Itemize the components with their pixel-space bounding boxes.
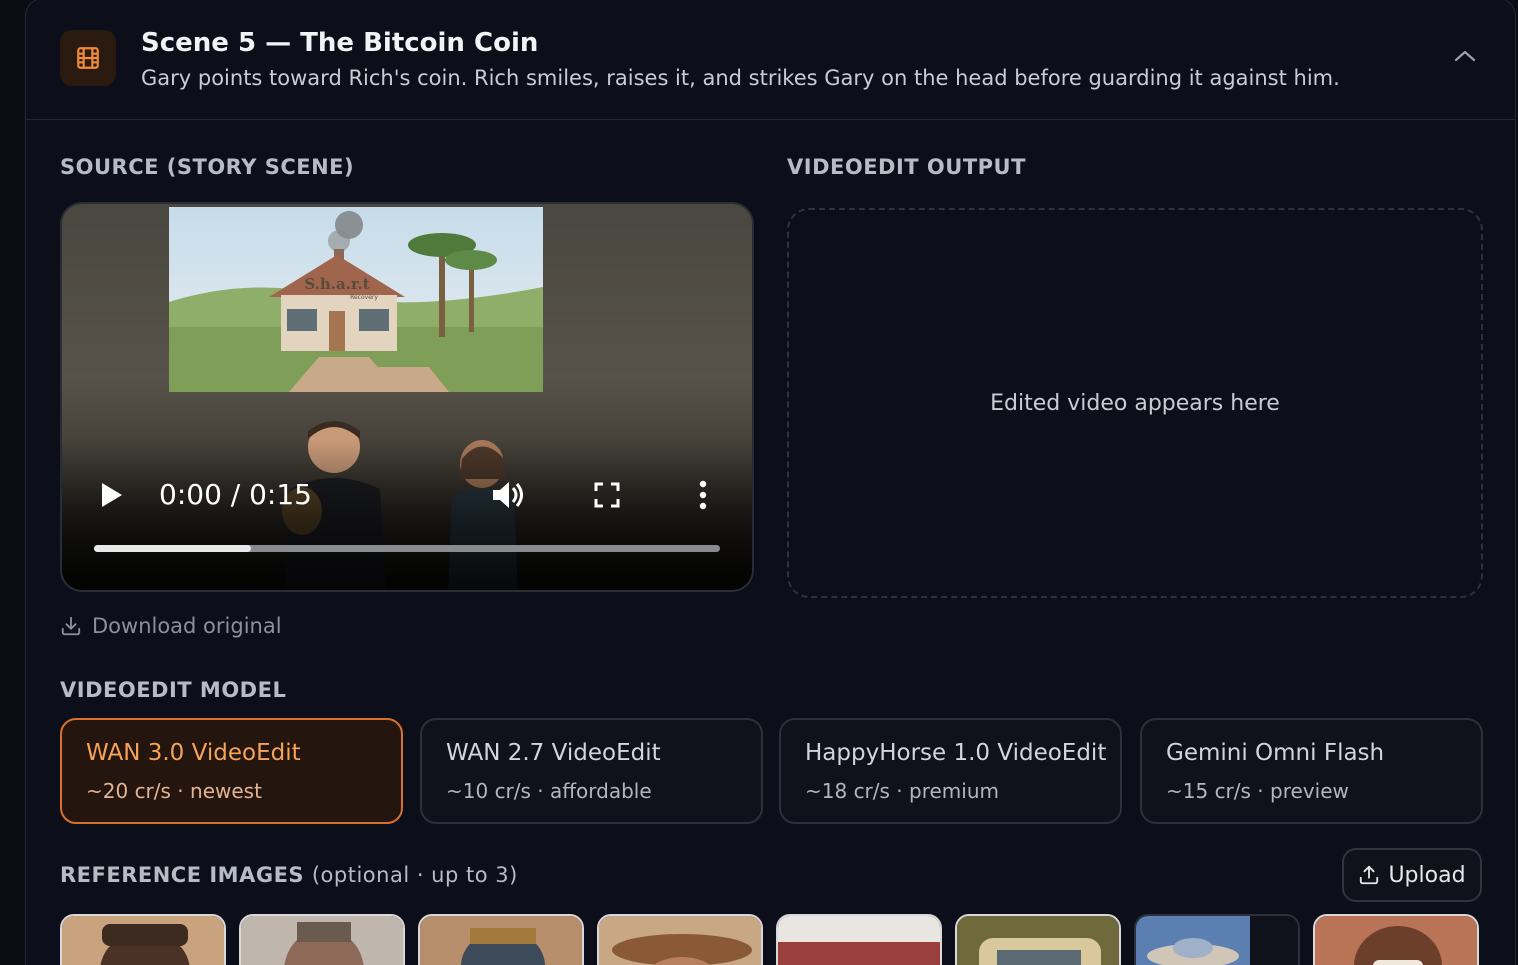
thumb-sign-subtext: Recovery [350, 294, 378, 301]
video-progress-bar[interactable] [94, 545, 720, 552]
output-label: VIDEOEDIT OUTPUT [787, 155, 1026, 179]
ref-thumb-4[interactable] [597, 914, 763, 965]
ref-thumb-2[interactable] [239, 914, 405, 965]
volume-icon[interactable] [491, 479, 527, 515]
output-placeholder: Edited video appears here [990, 390, 1280, 416]
thumb-sign-text: S.h.a.r.t [304, 275, 369, 293]
download-icon [61, 616, 81, 636]
reference-images-label: REFERENCE IMAGES (optional · up to 3) [60, 863, 518, 887]
model-subtitle: ~15 cr/s · preview [1166, 779, 1349, 803]
ref-thumb-5[interactable] [776, 914, 942, 965]
upload-button[interactable]: Upload [1342, 848, 1482, 902]
output-dropzone: Edited video appears here [787, 208, 1483, 598]
model-name: Gemini Omni Flash [1166, 740, 1385, 766]
play-icon[interactable] [98, 480, 124, 514]
video-progress-fill [94, 545, 251, 552]
fullscreen-icon[interactable] [594, 482, 620, 512]
scene-panel: Scene 5 — The Bitcoin Coin Gary points t… [25, 0, 1516, 965]
upload-icon [1360, 865, 1379, 885]
scene-title: Scene 5 — The Bitcoin Coin [141, 28, 539, 58]
source-video-player[interactable]: S.h.a.r.t Recovery 0:00 / 0:15 [60, 202, 754, 592]
reference-images-title: REFERENCE IMAGES [60, 863, 305, 887]
reference-images-hint: (optional · up to 3) [311, 863, 518, 887]
chevron-up-icon[interactable] [1452, 47, 1478, 65]
model-name: HappyHorse 1.0 VideoEdit [805, 740, 1107, 766]
model-subtitle: ~20 cr/s · newest [86, 779, 262, 803]
video-frame-image: S.h.a.r.t Recovery [169, 207, 543, 392]
more-options-icon[interactable] [698, 480, 708, 514]
ref-thumb-6[interactable] [955, 914, 1121, 965]
model-subtitle: ~18 cr/s · premium [805, 779, 999, 803]
video-time: 0:00 / 0:15 [159, 478, 312, 511]
model-card-happyhorse[interactable]: HappyHorse 1.0 VideoEdit ~18 cr/s · prem… [779, 718, 1122, 824]
model-card-wan-3-0[interactable]: WAN 3.0 VideoEdit ~20 cr/s · newest [60, 718, 403, 824]
ref-thumb-7[interactable] [1134, 914, 1300, 965]
model-card-wan-2-7[interactable]: WAN 2.7 VideoEdit ~10 cr/s · affordable [420, 718, 763, 824]
download-original-link[interactable]: Download original [60, 611, 282, 641]
model-subtitle: ~10 cr/s · affordable [446, 779, 652, 803]
download-original-label: Download original [92, 614, 282, 638]
ref-thumb-3[interactable] [418, 914, 584, 965]
model-name: WAN 2.7 VideoEdit [446, 740, 661, 766]
film-icon [60, 30, 116, 86]
model-label: VIDEOEDIT MODEL [60, 678, 287, 702]
model-name: WAN 3.0 VideoEdit [86, 740, 301, 766]
model-card-gemini-omni[interactable]: Gemini Omni Flash ~15 cr/s · preview [1140, 718, 1483, 824]
ref-thumb-1[interactable] [60, 914, 226, 965]
scene-description: Gary points toward Rich's coin. Rich smi… [141, 66, 1340, 90]
upload-label: Upload [1388, 862, 1466, 888]
source-label: SOURCE (STORY SCENE) [60, 155, 355, 179]
controls-overlay [62, 440, 752, 590]
scene-header[interactable]: Scene 5 — The Bitcoin Coin Gary points t… [26, 0, 1515, 120]
ref-thumb-8[interactable] [1313, 914, 1479, 965]
